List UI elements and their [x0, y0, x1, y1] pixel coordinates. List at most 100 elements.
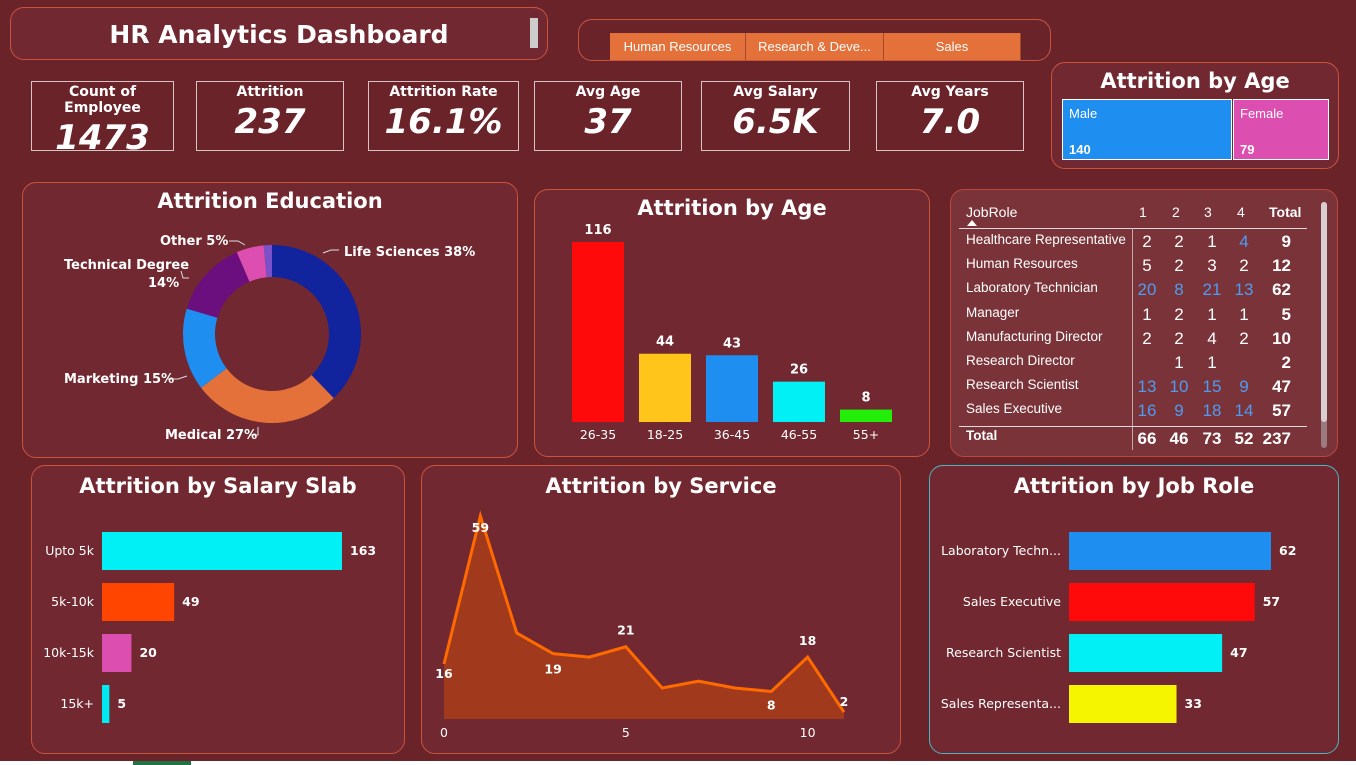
kpi-value: 16.1% [384, 102, 503, 142]
kpi-avg-salary: Avg Salary 6.5K [701, 81, 850, 151]
matrix-row[interactable]: Manufacturing Director 2 2 4 2 10 [951, 327, 1337, 351]
donut-label-technical-degree: Technical Degree [64, 258, 189, 273]
kpi-label: Avg Years [911, 84, 989, 100]
kpi-value: 7.0 [919, 102, 981, 142]
scroll-handle[interactable] [530, 18, 538, 48]
kpi-attrition: Attrition 237 [196, 81, 344, 151]
matrix-row-total: 9 [1281, 232, 1291, 251]
service-area-fill [444, 516, 844, 719]
matrix-total-row: Total 66 46 73 52 237 [951, 426, 1337, 450]
page-tab-strip [0, 761, 1356, 765]
kpi-value: 1473 [55, 118, 150, 158]
data-label: 5 [117, 696, 126, 711]
jobrole-bar[interactable] [1069, 634, 1223, 672]
matrix-cell: 16 [1137, 401, 1157, 421]
matrix-cell: 9 [1174, 401, 1184, 421]
gender-female-tile[interactable]: Female 79 [1233, 99, 1329, 160]
gender-panel: Attrition by Age Male 140 Female 79 [1051, 62, 1339, 169]
data-label: 43 [723, 336, 741, 351]
kpi-avg-years: Avg Years 7.0 [876, 81, 1024, 151]
jobrole-bar[interactable] [1069, 583, 1255, 621]
category-label: Laboratory Techn... [941, 543, 1061, 558]
tab-research-development[interactable]: Research & Deve... [746, 33, 884, 60]
matrix-row-total: 5 [1281, 304, 1291, 324]
kpi-label: Attrition Rate [389, 84, 498, 100]
donut-slice-life-sciences[interactable] [272, 245, 361, 399]
matrix-row-total: 57 [1272, 401, 1291, 421]
age-bar[interactable] [773, 381, 825, 422]
matrix-row-label: Laboratory Technician [966, 280, 1098, 296]
matrix-row-label: Manufacturing Director [966, 328, 1103, 344]
matrix-row[interactable]: Manager 1 2 1 1 5 [951, 303, 1337, 327]
matrix-header-divider [959, 228, 1307, 229]
matrix-cell: 8 [1174, 280, 1184, 300]
matrix-scrollbar[interactable] [1321, 202, 1327, 448]
matrix-cell: 1 [1207, 353, 1217, 372]
matrix-cell: 15 [1202, 377, 1222, 397]
panel-title: Attrition by Age [1100, 69, 1290, 93]
matrix-row[interactable]: Sales Executive 16 9 18 14 57 [951, 399, 1337, 423]
age-bar[interactable] [572, 242, 624, 422]
data-label: 47 [1230, 645, 1247, 660]
category-label: Research Scientist [946, 645, 1061, 660]
matrix-row-label: Research Scientist [966, 377, 1079, 393]
matrix-header-total: Total [1269, 204, 1302, 220]
kpi-label: Count of Employee [64, 84, 141, 116]
kpi-label: Attrition [236, 84, 304, 100]
page-tab-active[interactable] [133, 761, 191, 765]
matrix-cell: 2 [1174, 232, 1184, 251]
matrix-row-total: 12 [1272, 256, 1291, 276]
salary-panel: Attrition by Salary Slab Upto 5k 163 5k-10… [31, 465, 405, 754]
matrix-header-jobrole[interactable]: JobRole [966, 204, 1017, 220]
data-label: 62 [1279, 543, 1296, 558]
data-label: 16 [435, 666, 453, 681]
matrix-header-col1: 1 [1139, 204, 1147, 220]
salary-bar[interactable] [102, 532, 342, 570]
tab-sales[interactable]: Sales [884, 33, 1021, 60]
kpi-avg-age: Avg Age 37 [534, 81, 682, 151]
age-panel: Attrition by Age 116 26-35 44 18-25 43 36-45 2… [534, 189, 930, 457]
data-label: 8 [767, 697, 776, 712]
matrix-row[interactable]: Laboratory Technician 20 8 21 13 62 [951, 278, 1337, 302]
axis-tick-label: 36-45 [714, 427, 750, 442]
matrix-total-cell: 46 [1169, 429, 1189, 448]
donut-label-technical-degree-pct: 14% [148, 276, 179, 291]
category-label: Sales Executive [963, 594, 1061, 609]
age-bar[interactable] [639, 353, 691, 422]
donut-slice-technical-degree[interactable] [186, 252, 250, 318]
data-label: 19 [544, 662, 561, 677]
data-label: 49 [182, 594, 199, 609]
jobrole-bar-chart: Laboratory Techn... 62 Sales Executive 57 Re… [941, 532, 1296, 723]
matrix-row-total: 10 [1272, 328, 1291, 348]
salary-bar[interactable] [102, 685, 110, 723]
kpi-attrition-rate: Attrition Rate 16.1% [368, 81, 519, 151]
axis-tick-label: 10 [800, 725, 816, 740]
kpi-value: 37 [584, 102, 632, 142]
matrix-row[interactable]: Research Director 1 1 2 [951, 351, 1337, 375]
matrix-cell: 3 [1207, 256, 1217, 276]
matrix-cell: 2 [1142, 328, 1152, 348]
age-bar[interactable] [840, 409, 892, 422]
matrix-row[interactable]: Healthcare Representative 2 2 1 4 9 [951, 230, 1337, 254]
matrix-row-label: Research Director [966, 353, 1075, 368]
sort-arrow-icon[interactable] [967, 220, 977, 226]
kpi-value: 6.5K [732, 102, 819, 142]
matrix-row[interactable]: Research Scientist 13 10 15 9 47 [951, 375, 1337, 399]
jobrole-bar[interactable] [1069, 532, 1271, 570]
salary-bar[interactable] [102, 583, 175, 621]
donut-label-life-sciences: Life Sciences 38% [344, 245, 475, 260]
age-bar[interactable] [706, 355, 758, 422]
data-label: 8 [861, 391, 870, 406]
matrix-cell: 21 [1202, 280, 1222, 300]
matrix-row[interactable]: Human Resources 5 2 3 2 12 [951, 254, 1337, 278]
category-label: Upto 5k [45, 543, 95, 558]
matrix-scroll-thumb[interactable] [1321, 202, 1327, 422]
salary-bar[interactable] [102, 634, 132, 672]
jobrole-bar[interactable] [1069, 685, 1177, 723]
gender-male-tile[interactable]: Male 140 [1062, 99, 1232, 160]
matrix-row-label: Human Resources [966, 256, 1078, 272]
data-label: 116 [584, 223, 611, 238]
category-label: Sales Representa... [941, 696, 1061, 711]
matrix-cell: 18 [1202, 401, 1222, 421]
tab-human-resources[interactable]: Human Resources [610, 33, 746, 60]
